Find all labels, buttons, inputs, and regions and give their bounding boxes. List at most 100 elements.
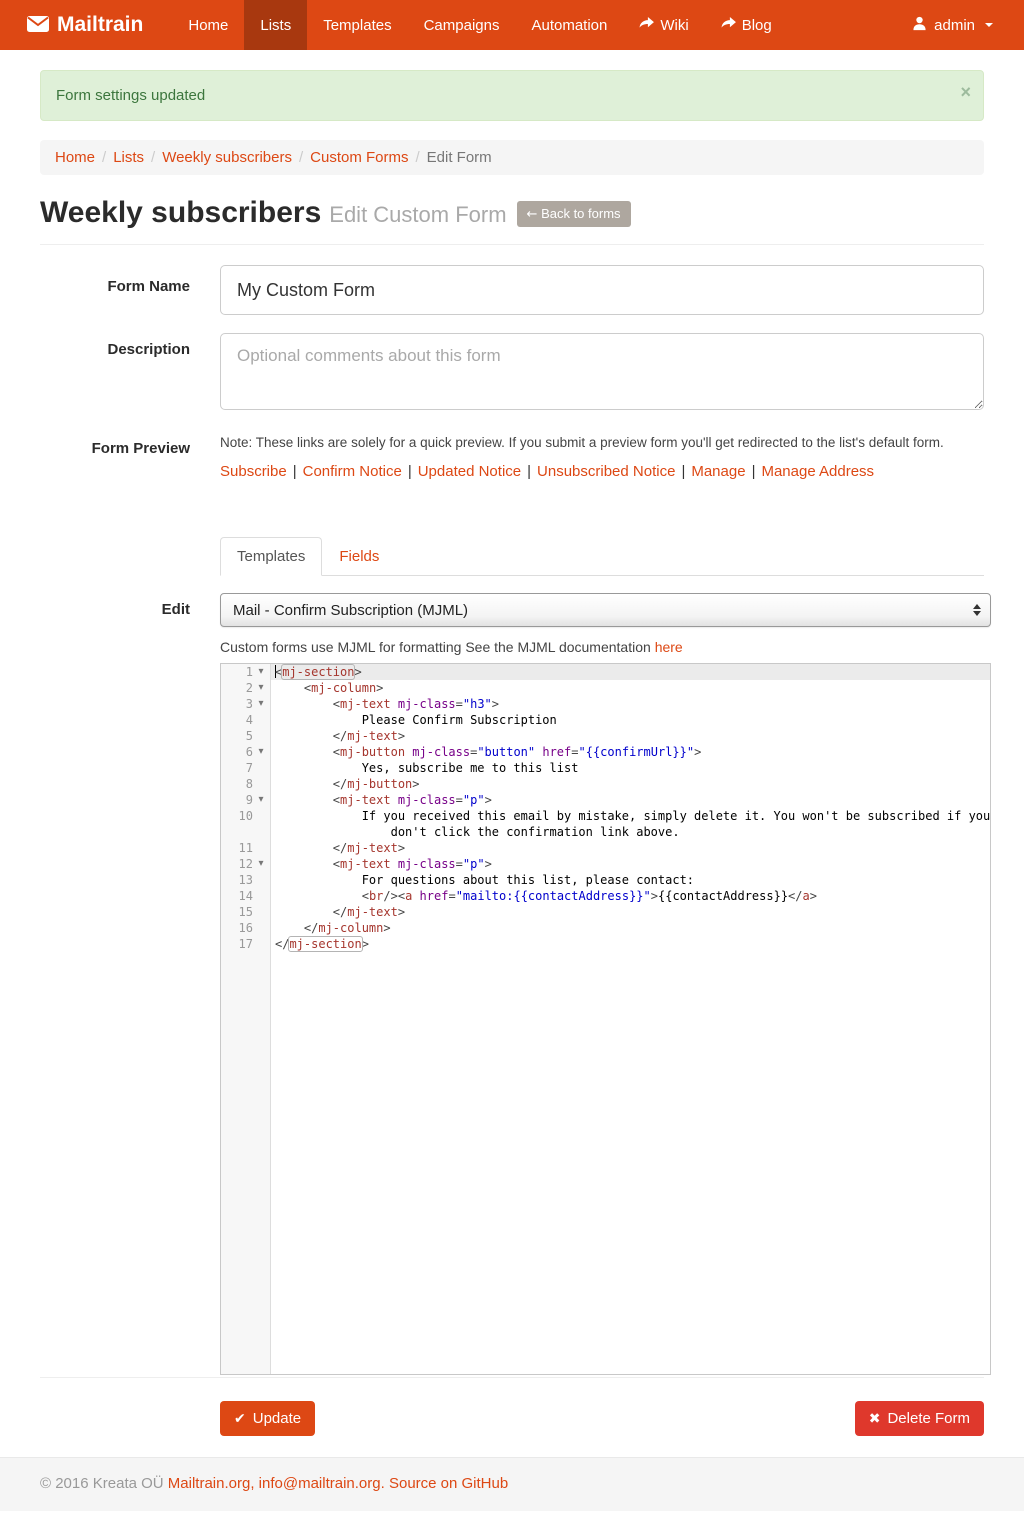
code-token: don't click the confirmation link above.: [275, 825, 680, 839]
code-token: >: [398, 841, 405, 855]
fold-gutter-empty: [253, 904, 269, 920]
mjml-docs-link[interactable]: here: [655, 639, 683, 655]
breadcrumb-link-weekly-subscribers[interactable]: Weekly subscribers: [162, 149, 292, 166]
nav-item-automation[interactable]: Automation: [515, 0, 623, 50]
nav-item-blog[interactable]: Blog: [705, 0, 788, 50]
code-token: >: [398, 729, 405, 743]
code-line[interactable]: </mj-text>: [275, 904, 990, 920]
navbar: Mailtrain HomeListsTemplatesCampaignsAut…: [0, 0, 1024, 50]
code-line[interactable]: If you received this email by mistake, s…: [275, 808, 990, 824]
code-token: <: [333, 857, 340, 871]
user-menu[interactable]: admin: [908, 0, 997, 50]
code-token: [275, 729, 333, 743]
caret-down-icon: [985, 23, 993, 27]
nav-item-templates[interactable]: Templates: [307, 0, 407, 50]
breadcrumb-link-home[interactable]: Home: [55, 149, 95, 166]
code-token: [275, 889, 362, 903]
brand-link[interactable]: Mailtrain: [27, 0, 158, 50]
delete-form-button[interactable]: ✖ Delete Form: [855, 1401, 984, 1436]
nav-item-lists[interactable]: Lists: [244, 0, 307, 50]
code-line[interactable]: don't click the confirmation link above.: [275, 824, 990, 840]
footer-link-info-mailtrain-org[interactable]: info@mailtrain.org: [259, 1475, 381, 1492]
preview-link-separator: |: [521, 463, 537, 480]
nav-item-campaigns[interactable]: Campaigns: [408, 0, 516, 50]
code-token: href: [542, 745, 571, 759]
update-button[interactable]: ✔ Update: [220, 1401, 315, 1436]
code-token: >: [376, 681, 383, 695]
code-line[interactable]: </mj-column>: [275, 920, 990, 936]
code-token: </: [788, 889, 802, 903]
page-header: Weekly subscribersEdit Custom Form← Back…: [40, 196, 984, 245]
tab-templates[interactable]: Templates: [220, 537, 322, 576]
code-token: For questions about this list, please co…: [275, 873, 694, 887]
template-select[interactable]: Mail - Confirm Subscription (MJML): [220, 593, 991, 627]
editor-code[interactable]: <mj-section> <mj-column> <mj-text mj-cla…: [271, 664, 990, 1374]
line-number: 12: [221, 856, 253, 872]
code-token: mj-button: [340, 745, 405, 759]
line-number: 4: [221, 712, 253, 728]
fold-arrow-icon[interactable]: ▾: [253, 664, 269, 680]
code-line[interactable]: Yes, subscribe me to this list: [275, 760, 990, 776]
nav-item-home[interactable]: Home: [172, 0, 244, 50]
share-arrow-icon: [721, 16, 736, 34]
code-token: [275, 905, 333, 919]
close-icon[interactable]: ×: [960, 83, 971, 101]
code-token: mj-class: [398, 697, 456, 711]
fold-arrow-icon[interactable]: ▾: [253, 744, 269, 760]
code-token: [275, 841, 333, 855]
preview-link-manage[interactable]: Manage: [691, 463, 745, 480]
breadcrumb-link-lists[interactable]: Lists: [113, 149, 144, 166]
code-token: "mailto:{{contactAddress}}": [456, 889, 651, 903]
line-number: 14: [221, 888, 253, 904]
code-token: >: [810, 889, 817, 903]
code-token: [391, 697, 398, 711]
code-line[interactable]: </mj-text>: [275, 840, 990, 856]
footer-link-mailtrain-org[interactable]: Mailtrain.org: [168, 1475, 251, 1492]
code-token: =: [456, 857, 463, 871]
fold-arrow-icon[interactable]: ▾: [253, 696, 269, 712]
code-line[interactable]: </mj-text>: [275, 728, 990, 744]
footer-link-source-on-github[interactable]: Source on GitHub: [389, 1475, 508, 1492]
preview-link-updated-notice[interactable]: Updated Notice: [418, 463, 521, 480]
code-line[interactable]: <mj-button mj-class="button" href="{{con…: [275, 744, 990, 760]
code-token: <: [333, 793, 340, 807]
code-line[interactable]: <mj-text mj-class="h3">: [275, 696, 990, 712]
preview-link-unsubscribed-notice[interactable]: Unsubscribed Notice: [537, 463, 675, 480]
preview-link-separator: |: [287, 463, 303, 480]
code-token: br: [369, 889, 383, 903]
line-number: 10: [221, 808, 253, 824]
preview-link-confirm-notice[interactable]: Confirm Notice: [303, 463, 402, 480]
user-icon: [912, 16, 927, 35]
code-line[interactable]: <mj-text mj-class="p">: [275, 856, 990, 872]
nav-item-label: Blog: [742, 17, 772, 34]
code-line[interactable]: </mj-section>: [275, 936, 990, 952]
code-line[interactable]: <mj-column>: [275, 680, 990, 696]
code-token: =: [571, 745, 578, 759]
code-editor[interactable]: 1▾2▾3▾456▾789▾101112▾1314151617 <mj-sect…: [220, 663, 991, 1375]
back-to-forms-button[interactable]: ← Back to forms: [517, 201, 631, 227]
code-line[interactable]: For questions about this list, please co…: [275, 872, 990, 888]
code-line[interactable]: <mj-section>: [271, 664, 990, 680]
description-textarea[interactable]: [220, 333, 984, 410]
fold-arrow-icon[interactable]: ▾: [253, 680, 269, 696]
fold-gutter-empty: [253, 760, 269, 776]
code-line[interactable]: Please Confirm Subscription: [275, 712, 990, 728]
code-line[interactable]: <br/><a href="mailto:{{contactAddress}}"…: [275, 888, 990, 904]
code-token: </: [275, 937, 289, 951]
code-line[interactable]: <mj-text mj-class="p">: [275, 792, 990, 808]
fold-arrow-icon[interactable]: ▾: [253, 792, 269, 808]
tab-fields[interactable]: Fields: [322, 537, 396, 576]
preview-link-subscribe[interactable]: Subscribe: [220, 463, 287, 480]
code-token: {{contactAddress}}: [658, 889, 788, 903]
code-token: [275, 681, 304, 695]
brand-label: Mailtrain: [57, 13, 143, 37]
breadcrumb-link-custom-forms[interactable]: Custom Forms: [310, 149, 408, 166]
fold-arrow-icon[interactable]: ▾: [253, 856, 269, 872]
preview-link-manage-address[interactable]: Manage Address: [761, 463, 874, 480]
code-line[interactable]: </mj-button>: [275, 776, 990, 792]
nav-item-wiki[interactable]: Wiki: [623, 0, 704, 50]
code-token: [391, 793, 398, 807]
code-token: >: [362, 937, 369, 951]
share-arrow-icon: [639, 16, 654, 34]
form-name-input[interactable]: [220, 265, 984, 315]
